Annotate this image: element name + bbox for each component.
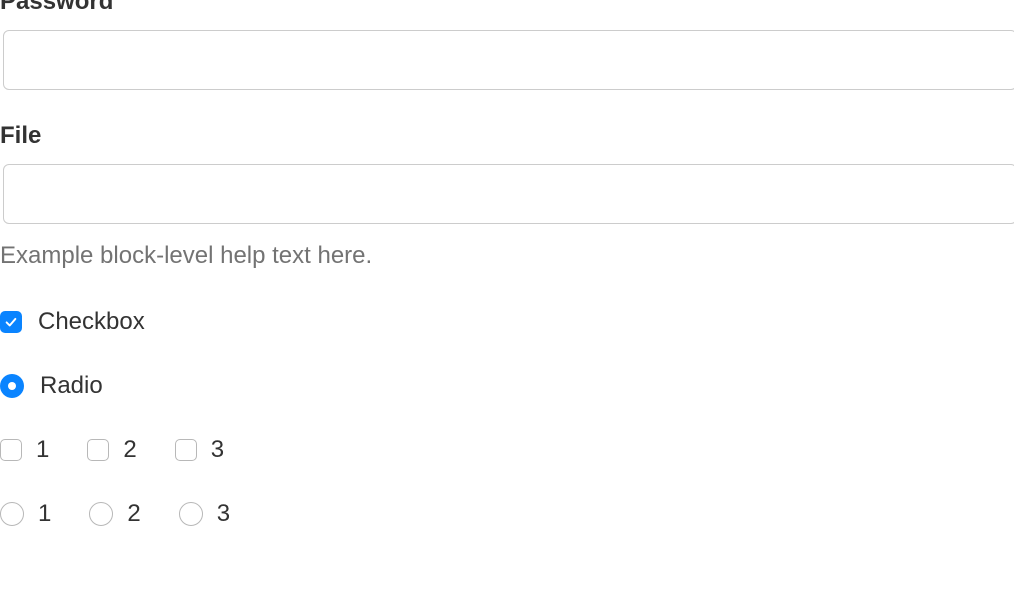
password-label: Password <box>0 0 1014 16</box>
checkbox-unchecked-icon <box>0 439 22 461</box>
file-input[interactable] <box>3 164 1014 224</box>
radio-selected-icon <box>0 374 24 398</box>
inline-checkbox-label: 3 <box>211 436 224 464</box>
inline-checkbox-1[interactable]: 1 <box>0 436 69 464</box>
inline-radio-label: 1 <box>38 500 51 528</box>
password-input[interactable] <box>3 30 1014 90</box>
radio-unselected-icon <box>89 502 113 526</box>
inline-radio-2[interactable]: 2 <box>89 500 160 528</box>
inline-radio-1[interactable]: 1 <box>0 500 71 528</box>
inline-checkbox-group: 1 2 3 <box>0 436 1014 464</box>
radio-row[interactable]: Radio <box>0 372 1014 400</box>
inline-checkbox-label: 2 <box>123 436 136 464</box>
file-label: File <box>0 122 1014 150</box>
inline-radio-label: 2 <box>127 500 140 528</box>
inline-checkbox-2[interactable]: 2 <box>87 436 156 464</box>
checkbox-unchecked-icon <box>175 439 197 461</box>
inline-radio-3[interactable]: 3 <box>179 500 250 528</box>
checkbox-checked-icon <box>0 311 22 333</box>
checkbox-row[interactable]: Checkbox <box>0 308 1014 336</box>
radio-label: Radio <box>40 372 103 400</box>
inline-checkbox-label: 1 <box>36 436 49 464</box>
checkbox-unchecked-icon <box>87 439 109 461</box>
inline-radio-group: 1 2 3 <box>0 500 1014 528</box>
file-help-text: Example block-level help text here. <box>0 242 1014 270</box>
checkbox-label: Checkbox <box>38 308 145 336</box>
radio-unselected-icon <box>179 502 203 526</box>
inline-radio-label: 3 <box>217 500 230 528</box>
radio-unselected-icon <box>0 502 24 526</box>
inline-checkbox-3[interactable]: 3 <box>175 436 244 464</box>
